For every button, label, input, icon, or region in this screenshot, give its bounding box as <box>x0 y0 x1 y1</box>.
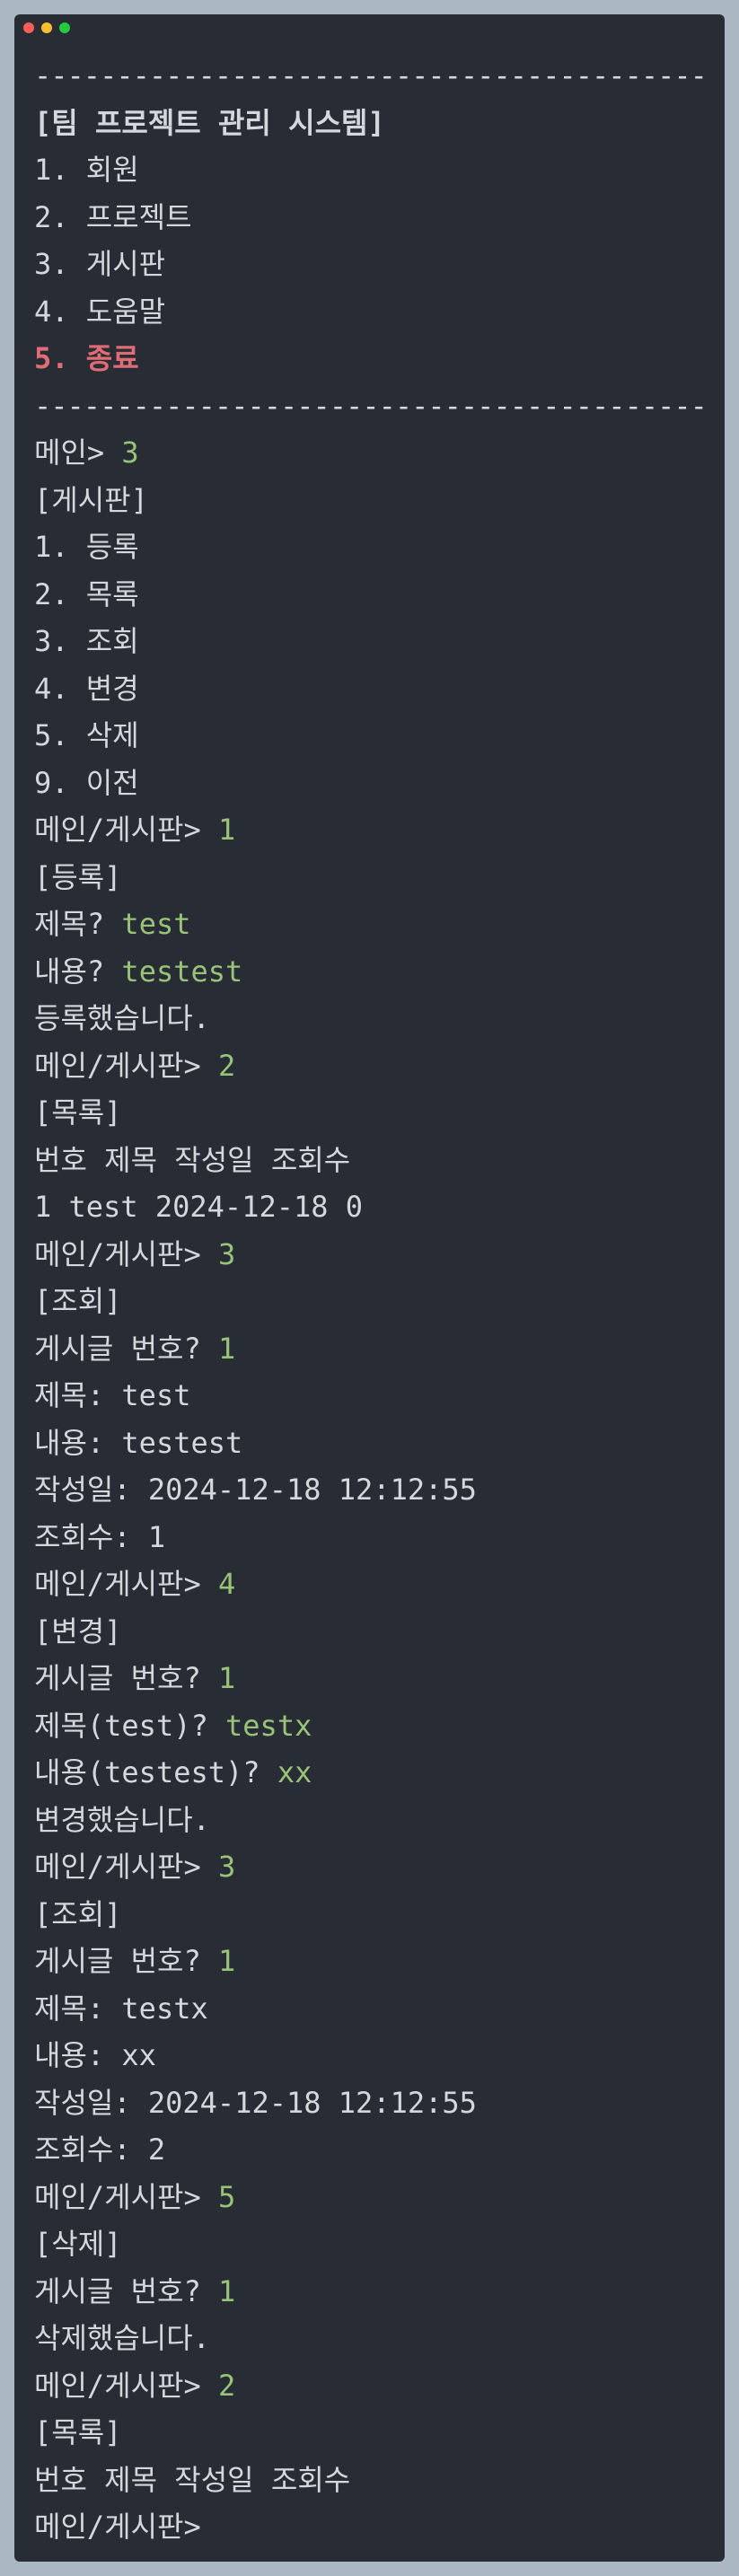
user-input: 1 <box>218 2273 236 2308</box>
output-line: 내용: xx <box>34 2038 156 2072</box>
output-line: 내용: testest <box>34 1425 243 1460</box>
user-input: 4 <box>218 1567 236 1601</box>
prompt-line: 게시글 번호? 1 <box>34 2268 710 2316</box>
output-line: 삭제했습니다. <box>34 2321 210 2355</box>
user-input: 3 <box>121 435 139 470</box>
output-line: 3. 조회 <box>34 624 139 658</box>
prompt-label: 메인/게시판> <box>34 1048 218 1083</box>
output-line: 4. 변경 <box>34 671 139 706</box>
terminal-output[interactable]: ----------------------------------------… <box>34 52 710 2551</box>
prompt-label: 메인/게시판> <box>34 1567 218 1601</box>
prompt-line: 메인/게시판> 2 <box>34 2362 710 2410</box>
output-line: 4. 도움말 <box>34 294 166 329</box>
output-line: 번호 제목 작성일 조회수 <box>34 2462 351 2497</box>
prompt-label: 메인/게시판> <box>34 1236 218 1271</box>
maximize-window-icon[interactable] <box>59 22 70 33</box>
prompt-label: 메인/게시판> <box>34 2510 201 2544</box>
output-line: 작성일: 2024-12-18 12:12:55 <box>34 2085 477 2120</box>
output-line: 9. 이전 <box>34 765 139 800</box>
menu-title: [팀 프로젝트 관리 시스템] <box>34 105 385 140</box>
prompt-label: 게시글 번호? <box>34 1331 218 1366</box>
output-line: 1. 회원 <box>34 153 139 187</box>
user-input: xx <box>277 1755 312 1789</box>
prompt-line: 메인/게시판> 1 <box>34 806 710 854</box>
output-line: 2. 목록 <box>34 576 139 611</box>
output-line: 1. 등록 <box>34 530 139 564</box>
prompt-label: 제목(test)? <box>34 1708 226 1743</box>
output-line: 제목: testx <box>34 1991 208 2026</box>
output-line: [삭제] <box>34 2227 122 2261</box>
user-input: 1 <box>218 1331 236 1366</box>
user-input: 3 <box>218 1850 236 1884</box>
output-line: 3. 게시판 <box>34 247 166 281</box>
user-input: 2 <box>218 1048 236 1083</box>
output-line: [게시판] <box>34 482 148 517</box>
output-line: [목록] <box>34 1095 122 1130</box>
user-input: test <box>121 907 191 941</box>
output-line: [조회] <box>34 1284 122 1318</box>
prompt-label: 게시글 번호? <box>34 2273 218 2308</box>
prompt-label: 메인/게시판> <box>34 813 218 847</box>
output-line: 조회수: 1 <box>34 1519 166 1554</box>
prompt-line: 메인/게시판> 2 <box>34 1042 710 1090</box>
window-titlebar <box>14 14 725 41</box>
prompt-line: 게시글 번호? 1 <box>34 1325 710 1373</box>
output-line: 번호 제목 작성일 조회수 <box>34 1142 351 1177</box>
prompt-label: 제목? <box>34 907 122 941</box>
output-line: 제목: test <box>34 1378 191 1412</box>
output-line: [목록] <box>34 2415 122 2449</box>
prompt-label: 게시글 번호? <box>34 1944 218 1978</box>
user-input: 3 <box>218 1236 236 1271</box>
output-line: [조회] <box>34 1896 122 1931</box>
prompt-label: 메인/게시판> <box>34 1850 218 1884</box>
prompt-line: 제목(test)? testx <box>34 1702 710 1750</box>
output-line: 5. 삭제 <box>34 718 139 752</box>
terminal-window: ----------------------------------------… <box>14 14 725 2562</box>
close-window-icon[interactable] <box>23 22 34 33</box>
prompt-line: 메인/게시판> 4 <box>34 1561 710 1608</box>
output-line: [변경] <box>34 1613 122 1648</box>
output-line: 조회수: 2 <box>34 2132 166 2167</box>
prompt-line: 메인/게시판> 3 <box>34 1231 710 1279</box>
output-line: 등록했습니다. <box>34 1001 210 1035</box>
menu-item-exit: 5. 종료 <box>34 341 139 375</box>
prompt-label: 게시글 번호? <box>34 1661 218 1695</box>
output-line: 2. 프로젝트 <box>34 199 192 234</box>
user-input: 1 <box>218 1661 236 1695</box>
prompt-line: 내용? testest <box>34 948 710 996</box>
prompt-label: 내용? <box>34 954 122 989</box>
prompt-line: 메인/게시판> 5 <box>34 2174 710 2221</box>
prompt-line: 메인/게시판> <box>34 2503 710 2551</box>
prompt-line: 메인> 3 <box>34 429 710 477</box>
user-input: testest <box>121 954 243 989</box>
prompt-line: 내용(testest)? xx <box>34 1749 710 1797</box>
output-line: 작성일: 2024-12-18 12:12:55 <box>34 1473 477 1507</box>
output-line: 1 test 2024-12-18 0 <box>34 1190 364 1224</box>
output-line: [등록] <box>34 859 122 894</box>
user-input: 2 <box>218 2368 236 2403</box>
user-input: 1 <box>218 813 236 847</box>
prompt-label: 메인> <box>34 435 122 470</box>
prompt-label: 메인/게시판> <box>34 2179 218 2214</box>
user-input: testx <box>225 1708 312 1743</box>
separator-line: ----------------------------------------… <box>34 58 710 92</box>
user-input: 5 <box>218 2179 236 2214</box>
separator-line: ----------------------------------------… <box>34 388 710 423</box>
minimize-window-icon[interactable] <box>41 22 52 33</box>
output-line: 변경했습니다. <box>34 1802 210 1837</box>
prompt-line: 게시글 번호? 1 <box>34 1655 710 1702</box>
prompt-line: 게시글 번호? 1 <box>34 1938 710 1985</box>
prompt-line: 제목? test <box>34 901 710 948</box>
user-input: 1 <box>218 1944 236 1978</box>
prompt-label: 메인/게시판> <box>34 2368 218 2403</box>
prompt-label: 내용(testest)? <box>34 1755 277 1789</box>
prompt-line: 메인/게시판> 3 <box>34 1843 710 1891</box>
